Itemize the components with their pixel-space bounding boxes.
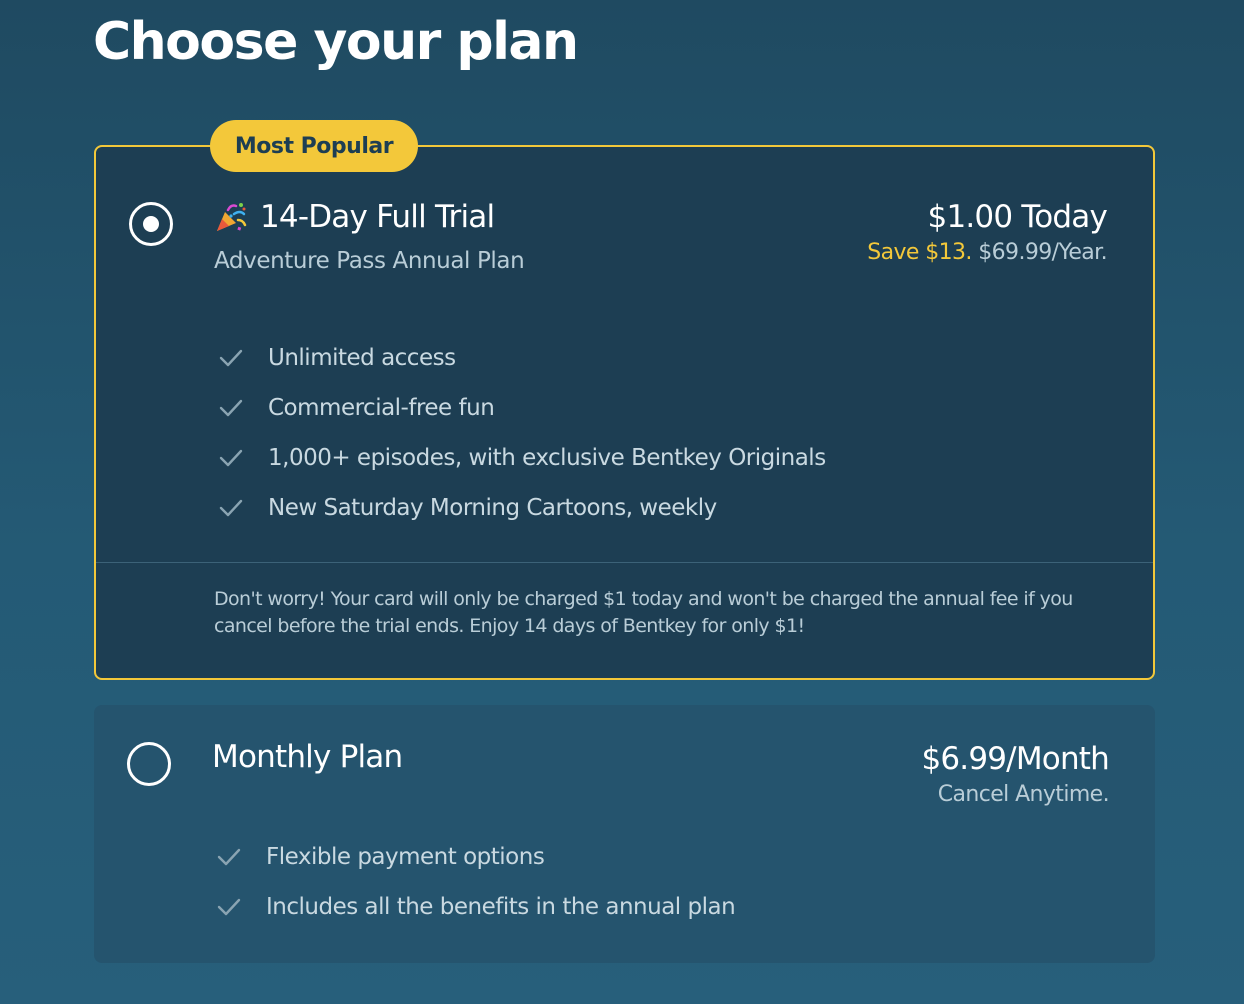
radio-selected-dot: [143, 216, 159, 232]
feature-text: New Saturday Morning Cartoons, weekly: [268, 495, 717, 521]
feature-item: Unlimited access: [218, 333, 826, 383]
feature-item: Includes all the benefits in the annual …: [216, 882, 736, 932]
feature-text: Unlimited access: [268, 345, 456, 371]
feature-text: Includes all the benefits in the annual …: [266, 894, 736, 920]
check-icon: [219, 399, 243, 417]
feature-text: 1,000+ episodes, with exclusive Bentkey …: [268, 445, 826, 471]
monthly-price: $6.99/Month: [921, 741, 1109, 777]
trial-note: Don't worry! Your card will only be char…: [214, 588, 1073, 637]
monthly-plan-title: Monthly Plan: [212, 739, 403, 775]
page-title: Choose your plan: [93, 12, 579, 72]
feature-item: 1,000+ episodes, with exclusive Bentkey …: [218, 433, 826, 483]
check-icon: [219, 449, 243, 467]
monthly-price-note: Cancel Anytime.: [937, 782, 1110, 807]
plan-card-monthly[interactable]: Monthly Plan $6.99/Month Cancel Anytime.…: [94, 705, 1155, 963]
card-divider: [96, 562, 1153, 563]
check-icon: [217, 898, 241, 916]
check-icon: [219, 349, 243, 367]
annual-plan-title: 14-Day Full Trial: [260, 199, 495, 235]
annual-plan-title-row: 14-Day Full Trial: [214, 199, 495, 235]
annual-feature-list: Unlimited access Commercial-free fun 1,0…: [218, 333, 826, 533]
check-icon: [219, 499, 243, 517]
annual-save-text: Save $13.: [867, 240, 972, 265]
plan-card-annual[interactable]: Most Popular 14-Day Full Trial Adventure…: [94, 120, 1155, 680]
feature-item: New Saturday Morning Cartoons, weekly: [218, 483, 826, 533]
annual-price-note-row: Save $13. $69.99/Year.: [867, 237, 1107, 269]
annual-price-block: $1.00 Today Save $13. $69.99/Year.: [867, 197, 1108, 269]
annual-yearly-price: $69.99/Year.: [978, 240, 1107, 265]
annual-price: $1.00 Today: [927, 199, 1108, 235]
feature-item: Commercial-free fun: [218, 383, 826, 433]
feature-text: Flexible payment options: [266, 844, 545, 870]
most-popular-badge: Most Popular: [210, 120, 418, 172]
annual-plan-subtitle: Adventure Pass Annual Plan: [214, 248, 525, 274]
feature-item: Flexible payment options: [216, 832, 735, 882]
check-icon: [217, 848, 241, 866]
feature-text: Commercial-free fun: [268, 395, 495, 421]
party-popper-icon: [217, 203, 247, 231]
monthly-price-block: $6.99/Month Cancel Anytime.: [921, 739, 1109, 811]
monthly-feature-list: Flexible payment options Includes all th…: [216, 832, 736, 932]
radio-monthly-plan[interactable]: [127, 742, 171, 786]
radio-annual-plan[interactable]: [129, 202, 173, 246]
